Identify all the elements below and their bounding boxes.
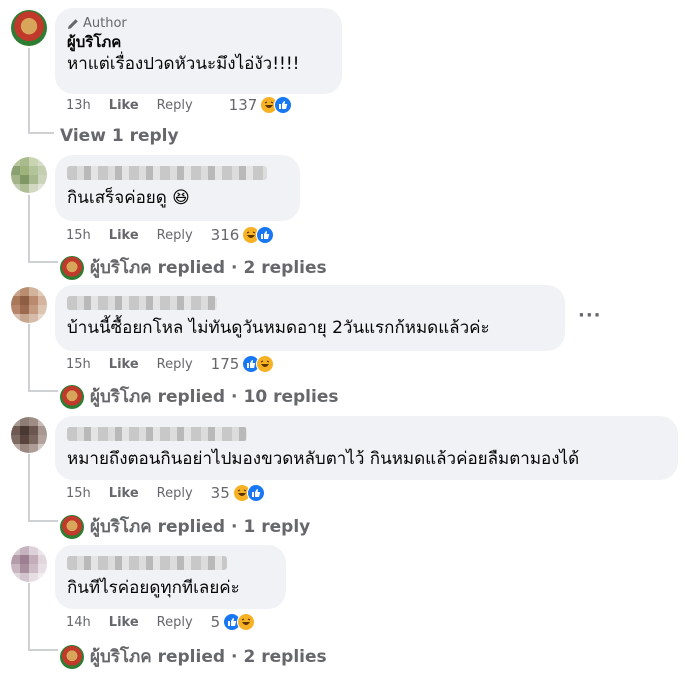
more-options-icon[interactable]: ···: [578, 305, 602, 326]
like-button[interactable]: Like: [109, 228, 139, 243]
haha-reaction-icon: [237, 613, 256, 631]
replied-row[interactable]: ผู้บริโภค replied · 2 replies: [60, 254, 327, 281]
reaction-icons[interactable]: [260, 96, 293, 114]
replies-count: 10 replies: [243, 386, 339, 407]
thread-line-3-elbow: [28, 520, 58, 522]
thread-line-author: [28, 48, 30, 134]
replied-label: replied: [157, 386, 226, 407]
comment-time[interactable]: 15h: [66, 228, 91, 243]
replies-count: 1 reply: [243, 516, 311, 537]
thread-line-4-elbow: [28, 649, 58, 651]
like-reaction-icon: [256, 226, 275, 244]
author-badge-label: Author: [83, 16, 127, 31]
author-badge: Author: [67, 16, 330, 31]
reaction-count[interactable]: 316: [211, 226, 240, 244]
comment-meta: 15h Like Reply 35: [66, 484, 265, 502]
comment-time[interactable]: 14h: [66, 615, 91, 630]
comment-text: หมายถึงตอนกินอย่าไปมองขวดหลับตาไว้ กินหม…: [67, 449, 580, 469]
replier-avatar: [60, 255, 84, 280]
reaction-count[interactable]: 35: [211, 484, 230, 502]
like-reaction-icon: [246, 484, 265, 502]
replier-avatar: [60, 514, 84, 539]
comment-text: หาแต่เรื่องปวดหัวนะมึงไอ่งัว!!!!: [67, 54, 300, 74]
replied-label: replied: [157, 257, 226, 278]
thread-line-2: [28, 324, 30, 392]
reaction-count[interactable]: 5: [211, 613, 221, 631]
reply-button[interactable]: Reply: [157, 228, 193, 243]
replied-row[interactable]: ผู้บริโภค replied · 10 replies: [60, 383, 338, 410]
replied-row[interactable]: ผู้บริโภค replied · 1 reply: [60, 513, 310, 540]
replier-name: ผู้บริโภค: [90, 387, 152, 407]
replied-separator: ·: [231, 257, 238, 278]
like-button[interactable]: Like: [109, 615, 139, 630]
commenter-avatar[interactable]: [11, 287, 47, 323]
reply-button[interactable]: Reply: [157, 98, 193, 113]
author-comment-bubble: Author ผู้บริโภค หาแต่เรื่องปวดหัวนะมึงไ…: [55, 8, 342, 94]
replied-separator: ·: [231, 516, 238, 537]
haha-reaction-icon: [256, 355, 275, 373]
replier-name: ผู้บริโภค: [90, 647, 152, 667]
reaction-count[interactable]: 137: [229, 96, 258, 114]
thread-line-1-elbow: [28, 261, 58, 263]
thread-line-author-elbow: [28, 132, 54, 134]
comment-meta: 14h Like Reply 5: [66, 613, 256, 631]
replied-label: replied: [157, 516, 226, 537]
reaction-icons[interactable]: [242, 355, 275, 373]
reply-button[interactable]: Reply: [157, 357, 193, 372]
comment-time[interactable]: 15h: [66, 357, 91, 372]
view-replies-link[interactable]: View 1 reply: [60, 126, 179, 146]
comment-time[interactable]: 13h: [66, 98, 91, 113]
comment-author-name[interactable]: ผู้บริโภค: [67, 32, 330, 52]
commenter-avatar[interactable]: [11, 157, 47, 193]
thread-line-4: [28, 583, 30, 651]
pencil-icon: [68, 18, 78, 29]
blurred-commenter-name[interactable]: [67, 556, 227, 570]
comment-bubble: หมายถึงตอนกินอย่าไปมองขวดหลับตาไว้ กินหม…: [55, 416, 678, 480]
replier-avatar: [60, 384, 84, 409]
like-button[interactable]: Like: [109, 357, 139, 372]
replies-count: 2 replies: [243, 257, 327, 278]
reply-button[interactable]: Reply: [157, 486, 193, 501]
blurred-commenter-name[interactable]: [67, 166, 267, 180]
blurred-commenter-name[interactable]: [67, 427, 247, 441]
thread-line-1: [28, 195, 30, 263]
replies-count: 2 replies: [243, 646, 327, 667]
comment-bubble: กินทีไรค่อยดูทุกทีเลยค่ะ: [55, 545, 286, 609]
blurred-commenter-name[interactable]: [67, 296, 217, 310]
comment-meta: 15h Like Reply 175: [66, 355, 275, 373]
comment-meta: 13h Like Reply 137: [66, 96, 293, 114]
like-button[interactable]: Like: [109, 486, 139, 501]
reaction-icons[interactable]: [242, 226, 275, 244]
author-avatar[interactable]: [11, 10, 47, 46]
thread-line-2-elbow: [28, 390, 58, 392]
replied-separator: ·: [231, 386, 238, 407]
replier-avatar: [60, 644, 84, 669]
like-button[interactable]: Like: [109, 98, 139, 113]
reaction-count[interactable]: 175: [211, 355, 240, 373]
like-reaction-icon: [274, 96, 293, 114]
comment-bubble: กินเสร็จค่อยดู 😆: [55, 155, 300, 221]
commenter-avatar[interactable]: [11, 546, 47, 582]
comment-text: บ้านนี้ซื้อยกโหล ไม่ทันดูวันหมดอายุ 2วัน…: [67, 318, 490, 338]
comment-time[interactable]: 15h: [66, 486, 91, 501]
thread-line-3: [28, 454, 30, 522]
comment-text: กินเสร็จค่อยดู 😆: [67, 188, 190, 208]
reply-button[interactable]: Reply: [157, 615, 193, 630]
replier-name: ผู้บริโภค: [90, 258, 152, 278]
comment-meta: 15h Like Reply 316: [66, 226, 275, 244]
reaction-icons[interactable]: [223, 613, 256, 631]
commenter-avatar[interactable]: [11, 417, 47, 453]
replied-row[interactable]: ผู้บริโภค replied · 2 replies: [60, 643, 327, 670]
reaction-icons[interactable]: [232, 484, 265, 502]
replied-label: replied: [157, 646, 226, 667]
replier-name: ผู้บริโภค: [90, 517, 152, 537]
replied-separator: ·: [231, 646, 238, 667]
comment-bubble: บ้านนี้ซื้อยกโหล ไม่ทันดูวันหมดอายุ 2วัน…: [55, 285, 565, 351]
comment-text: กินทีไรค่อยดูทุกทีเลยค่ะ: [67, 578, 240, 598]
